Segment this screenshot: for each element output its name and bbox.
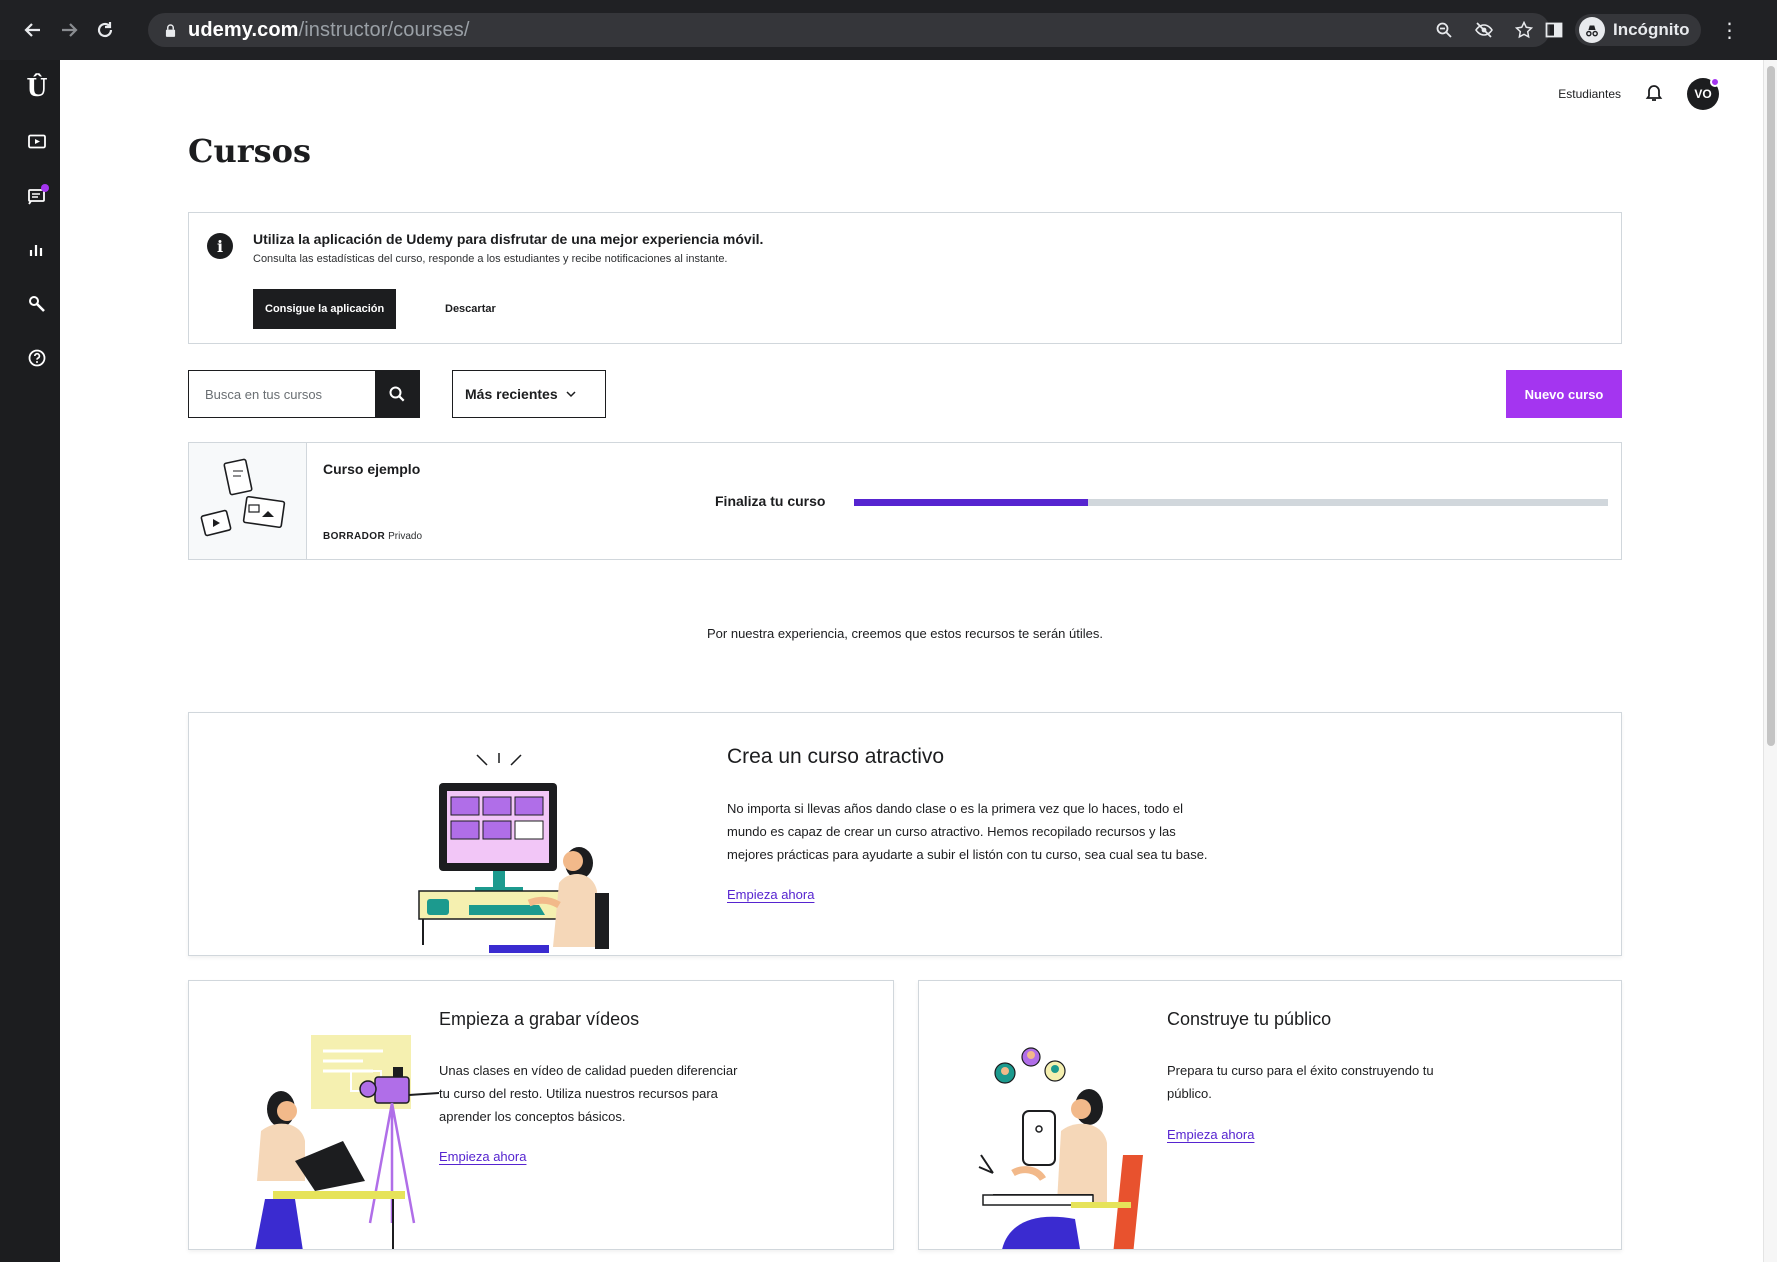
new-course-button[interactable]: Nuevo curso <box>1506 370 1622 418</box>
tools-icon[interactable] <box>23 290 51 318</box>
communication-icon[interactable] <box>23 182 51 210</box>
notification-dot <box>41 184 49 192</box>
zoom-icon[interactable] <box>1430 16 1458 44</box>
resource-card-engaging-course: Crea un curso atractivo No importa si ll… <box>188 712 1622 956</box>
sort-label: Más recientes <box>465 386 558 402</box>
card-title: Construye tu público <box>1167 1009 1332 1029</box>
forward-icon[interactable] <box>52 13 86 47</box>
bell-icon[interactable] <box>1643 81 1665 108</box>
incognito-icon <box>1579 17 1605 43</box>
search-box <box>188 370 420 418</box>
course-progress-bar <box>854 499 1608 506</box>
course-status: BORRADOR Privado <box>323 531 422 542</box>
resource-card-build-audience: Construye tu público Prepara tu curso pa… <box>918 980 1622 1250</box>
eye-off-icon[interactable] <box>1470 16 1498 44</box>
course-card[interactable]: Curso ejemplo BORRADOR Privado Finaliza t… <box>188 442 1622 560</box>
get-app-button[interactable]: Consigue la aplicación <box>253 289 397 329</box>
lock-icon <box>164 23 176 37</box>
status-badge: BORRADOR <box>323 531 386 542</box>
app-promo-banner: i Utiliza la aplicación de Udemy para di… <box>188 212 1622 344</box>
dismiss-button[interactable]: Descartar <box>437 289 504 329</box>
page-title: Cursos <box>188 132 311 170</box>
star-icon[interactable] <box>1510 16 1538 44</box>
course-thumbnail <box>189 443 307 559</box>
scrollbar[interactable] <box>1763 60 1777 1262</box>
start-now-link[interactable]: Empieza ahora <box>727 887 814 902</box>
instructor-sidebar: Û <box>14 60 60 1262</box>
card-title: Empieza a grabar vídeos <box>439 1009 640 1029</box>
audience-illustration <box>978 1047 1143 1249</box>
address-bar[interactable]: udemy.com/instructor/courses/ <box>148 13 1550 47</box>
resources-intro: Por nuestra experiencia, creemos que est… <box>707 626 1103 641</box>
progress-fill <box>854 499 1088 506</box>
course-toolbar: Más recientes Nuevo curso <box>188 370 1622 418</box>
page-viewport: Estudiantes VO Cursos i Utiliza la aplic… <box>60 60 1777 1262</box>
instructor-header: Estudiantes VO <box>1558 77 1720 110</box>
banner-heading: Utiliza la aplicación de Udemy para disf… <box>253 231 764 247</box>
start-now-link[interactable]: Empieza ahora <box>1167 1127 1254 1142</box>
card-title: Crea un curso atractivo <box>727 745 945 768</box>
finish-course-label: Finaliza tu curso <box>715 493 826 509</box>
teacher-at-computer-illustration <box>418 753 609 953</box>
avatar[interactable]: VO <box>1687 77 1720 110</box>
students-link[interactable]: Estudiantes <box>1558 87 1621 101</box>
search-input[interactable] <box>189 371 375 417</box>
incognito-badge[interactable]: Incógnito <box>1575 14 1702 46</box>
search-button[interactable] <box>375 371 419 417</box>
video-recording-illustration <box>255 1035 440 1249</box>
course-title: Curso ejemplo <box>323 461 421 477</box>
start-now-link[interactable]: Empieza ahora <box>439 1149 526 1164</box>
more-icon[interactable]: ⋮ <box>1719 18 1739 43</box>
card-description: Prepara tu curso para el éxito construye… <box>1167 1063 1434 1101</box>
avatar-notification-dot <box>1710 77 1720 87</box>
browser-toolbar: udemy.com/instructor/courses/ Incógnito … <box>0 0 1777 60</box>
banner-subtext: Consulta las estadísticas del curso, res… <box>253 253 728 265</box>
search-icon <box>389 386 405 402</box>
resource-card-record-videos: Empieza a grabar vídeos Unas clases en v… <box>188 980 894 1250</box>
performance-icon[interactable] <box>23 236 51 264</box>
incognito-label: Incógnito <box>1613 20 1690 39</box>
courses-icon[interactable] <box>23 128 51 156</box>
info-icon: i <box>207 233 233 259</box>
visibility-label: Privado <box>388 531 422 542</box>
udemy-logo[interactable]: Û <box>23 74 51 102</box>
back-icon[interactable] <box>16 13 50 47</box>
sort-dropdown[interactable]: Más recientes <box>452 370 606 418</box>
card-description: Unas clases en vídeo de calidad pueden d… <box>439 1063 738 1124</box>
card-description: No importa si llevas años dando clase o … <box>727 801 1208 862</box>
reload-icon[interactable] <box>88 13 122 47</box>
url-text: udemy.com/instructor/courses/ <box>188 18 470 41</box>
scrollbar-thumb[interactable] <box>1767 66 1775 746</box>
side-panel-icon[interactable] <box>1545 21 1563 39</box>
chevron-down-icon <box>566 391 576 398</box>
help-icon[interactable] <box>23 344 51 372</box>
